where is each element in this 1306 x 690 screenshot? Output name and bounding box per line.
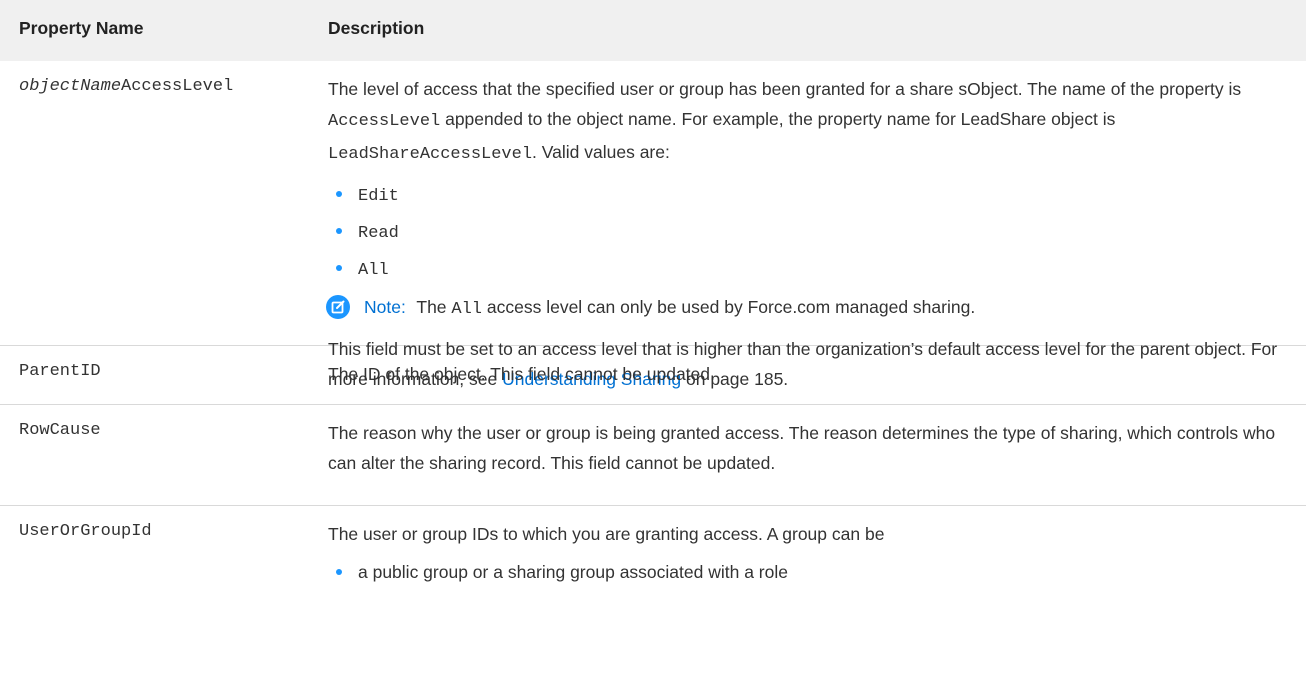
note-label: Note:	[364, 297, 406, 317]
table-row: UserOrGroupId The user or group IDs to w…	[0, 506, 1306, 626]
property-name: RowCause	[19, 421, 101, 440]
property-description: The ID of the object. This field cannot …	[328, 364, 715, 384]
list-item: All	[328, 253, 1288, 290]
list-item: a public group or a sharing group associ…	[328, 557, 1288, 594]
code-leadshareaccesslevel: LeadShareAccessLevel	[328, 145, 533, 164]
table-row: RowCause The reason why the user or grou…	[0, 405, 1306, 506]
code-accesslevel: AccessLevel	[328, 112, 441, 131]
desc-text: The level of access that the specified u…	[328, 79, 1242, 99]
list-item: Read	[328, 216, 1288, 253]
property-name: UserOrGroupId	[19, 522, 152, 541]
description-paragraph: The user or group IDs to which you are g…	[328, 524, 885, 544]
property-name-italic: objectName	[19, 77, 122, 96]
property-description: The user or group IDs to which you are g…	[328, 519, 1288, 594]
desc-text: appended to the object name. For example…	[440, 109, 1116, 129]
value-edit: Edit	[358, 187, 399, 206]
valid-values-list: Edit Read All	[328, 179, 1288, 290]
property-name: objectNameAccessLevel	[19, 77, 233, 96]
edit-note-icon	[326, 295, 350, 319]
bullet-icon	[336, 265, 342, 271]
bullet-icon	[336, 191, 342, 197]
table-row: objectNameAccessLevel The level of acces…	[0, 61, 1306, 389]
description-paragraph: The level of access that the specified u…	[328, 74, 1288, 170]
code-all: All	[451, 300, 483, 319]
list-item: Edit	[328, 179, 1288, 216]
header-description: Description	[328, 18, 425, 38]
note-text: access level can only be used by Force.c…	[482, 297, 976, 317]
desc-text: . Valid values are:	[532, 142, 670, 162]
note-callout: Note: The All access level can only be u…	[326, 292, 1288, 334]
property-table: Property Name Description objectNameAcce…	[0, 0, 1306, 626]
value-read: Read	[358, 224, 399, 243]
property-description: The reason why the user or group is bein…	[328, 423, 1276, 473]
bullet-icon	[336, 228, 342, 234]
list-item-text: a public group or a sharing group associ…	[358, 562, 788, 582]
group-types-list: a public group or a sharing group associ…	[328, 557, 1288, 594]
property-name: ParentID	[19, 362, 101, 381]
header-property-name: Property Name	[19, 18, 144, 38]
value-all: All	[358, 261, 389, 280]
table-row: ParentID The ID of the object. This fiel…	[0, 346, 1306, 405]
table-header: Property Name Description	[0, 0, 1306, 61]
property-name-suffix: AccessLevel	[121, 77, 234, 96]
note-text: The	[411, 297, 452, 317]
bullet-icon	[336, 569, 342, 575]
